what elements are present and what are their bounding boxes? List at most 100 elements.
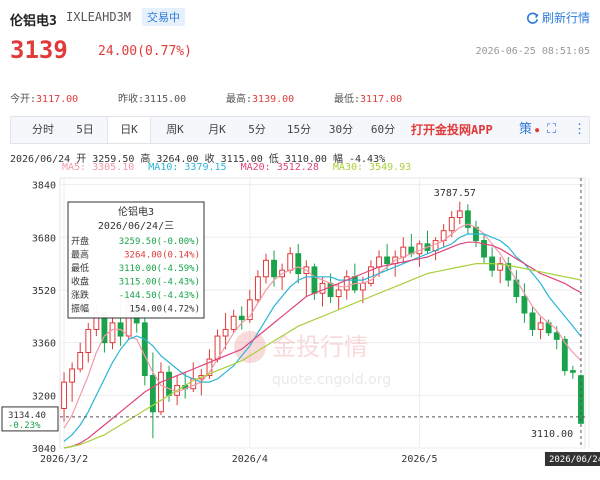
candle-body bbox=[77, 352, 84, 370]
header: 伦铝电3 IXLEAHD3M 交易中 刷新行情 bbox=[0, 0, 600, 38]
candle bbox=[230, 309, 237, 333]
x-tick-label: 2026/5 bbox=[401, 454, 437, 465]
trading-status-badge: 交易中 bbox=[142, 8, 185, 26]
y-tick-label: 3840 bbox=[32, 181, 56, 192]
prev-close-label: 昨收: bbox=[118, 94, 145, 105]
y-tick-label: 3520 bbox=[32, 286, 56, 297]
open-value: 3117.00 bbox=[36, 94, 79, 105]
candle bbox=[85, 322, 92, 363]
tab-5min[interactable]: 5分 bbox=[239, 117, 275, 143]
more-icon[interactable]: ⋮ bbox=[573, 117, 586, 143]
candle bbox=[149, 352, 156, 439]
tab-monthly-k[interactable]: 月K bbox=[197, 117, 237, 143]
candle-body bbox=[384, 256, 391, 265]
candle bbox=[303, 260, 310, 297]
candle bbox=[432, 237, 439, 261]
high-label: 最高: bbox=[226, 94, 253, 105]
candle bbox=[424, 230, 431, 254]
candle bbox=[456, 201, 463, 225]
high-value: 3139.00 bbox=[252, 94, 295, 105]
candle bbox=[238, 306, 245, 330]
candle bbox=[400, 237, 407, 264]
candle-body bbox=[69, 368, 76, 383]
tab-weekly-k[interactable]: 周K bbox=[155, 117, 195, 143]
candle bbox=[368, 260, 374, 287]
candle-body bbox=[222, 328, 229, 337]
tab-daily-k[interactable]: 日K bbox=[107, 117, 151, 143]
refresh-button[interactable]: 刷新行情 bbox=[526, 9, 590, 26]
candle-body bbox=[432, 240, 439, 251]
candle-body bbox=[238, 315, 245, 321]
tab-60min[interactable]: 60分 bbox=[363, 117, 403, 143]
candle bbox=[416, 240, 423, 267]
candle-body bbox=[569, 370, 576, 373]
open-label: 今开: bbox=[10, 94, 37, 105]
prev-close-value: 3115.00 bbox=[144, 94, 187, 105]
candlestick-chart[interactable]: 3840368035203360320030402026/3/2 2026/4 20… bbox=[0, 172, 600, 480]
candle bbox=[335, 283, 342, 310]
watermark-url: quote.cngold.org bbox=[272, 372, 391, 388]
tooltip-row-value: 3259.50(-0.00%) bbox=[119, 237, 200, 247]
candle bbox=[158, 362, 164, 416]
candle bbox=[254, 270, 261, 304]
candle-body bbox=[319, 282, 326, 294]
fullscreen-icon[interactable]: ⛶ bbox=[547, 117, 556, 143]
tooltip-row-label: 振幅 bbox=[71, 303, 89, 315]
candle-body bbox=[141, 322, 148, 377]
tooltip-row-label: 最高 bbox=[71, 249, 89, 261]
candle-body bbox=[521, 296, 528, 314]
tab-5day[interactable]: 5日 bbox=[67, 117, 103, 143]
candle bbox=[537, 316, 544, 340]
candle-body bbox=[416, 243, 423, 255]
tab-timeshare[interactable]: 分时 bbox=[23, 117, 63, 143]
candle-body bbox=[335, 289, 342, 298]
candle bbox=[569, 365, 576, 379]
candle-body bbox=[271, 259, 277, 278]
candle bbox=[351, 263, 358, 294]
tooltip-row-label: 涨跌 bbox=[71, 290, 89, 301]
candle-body bbox=[166, 371, 172, 396]
tooltip-date: 2026/06/24/三 bbox=[98, 221, 174, 232]
low-item: 最低:3117.00 bbox=[334, 90, 402, 105]
watermark: 金投行情 quote.cngold.org bbox=[234, 331, 391, 388]
candle-body bbox=[553, 332, 560, 340]
candle bbox=[295, 243, 302, 284]
candle bbox=[190, 362, 197, 393]
candle bbox=[263, 253, 269, 284]
candle bbox=[505, 257, 512, 287]
candle-body bbox=[311, 266, 318, 294]
candle-body bbox=[263, 259, 269, 278]
high-item: 最高:3139.00 bbox=[226, 90, 294, 105]
candle-body bbox=[230, 315, 237, 330]
candle-body bbox=[295, 253, 302, 274]
tooltip-row-value: 3110.00(-4.59%) bbox=[119, 264, 200, 274]
candle bbox=[489, 247, 496, 277]
tooltip-row-label: 收盘 bbox=[71, 276, 89, 288]
candle bbox=[513, 270, 520, 304]
candle bbox=[279, 263, 286, 290]
y-tick-label: 3200 bbox=[32, 391, 56, 402]
candle-body bbox=[158, 371, 164, 413]
candle-body bbox=[400, 246, 407, 258]
x-tick-label: 2026/3/2 bbox=[40, 454, 88, 465]
tab-30min[interactable]: 30分 bbox=[321, 117, 361, 143]
y-tick-label: 3680 bbox=[32, 233, 56, 244]
instrument-name: 伦铝电3 bbox=[10, 14, 57, 29]
notification-dot-icon: ● bbox=[535, 126, 540, 134]
candle-body bbox=[448, 217, 455, 232]
period-tabs: 分时 5日 日K 周K 月K 5分 15分 30分 60分 打开金投网APP 策… bbox=[10, 116, 590, 144]
low-value: 3117.00 bbox=[360, 94, 403, 105]
candle-body bbox=[61, 381, 67, 409]
open-item: 今开:3117.00 bbox=[10, 90, 78, 105]
strategy-icon[interactable]: 策 bbox=[519, 117, 532, 143]
last-price: 3139 bbox=[10, 36, 68, 64]
open-app-link[interactable]: 打开金投网APP bbox=[411, 117, 493, 143]
candle bbox=[61, 372, 67, 422]
tooltip-row-label: 开盘 bbox=[71, 235, 89, 247]
candle bbox=[497, 257, 504, 284]
watermark-brand: 金投行情 bbox=[272, 333, 368, 361]
tab-15min[interactable]: 15分 bbox=[279, 117, 319, 143]
candle bbox=[109, 316, 116, 350]
tooltip-row-value: 3264.00(0.14%) bbox=[124, 251, 200, 261]
price-change: 24.00(0.77%) bbox=[98, 44, 192, 59]
